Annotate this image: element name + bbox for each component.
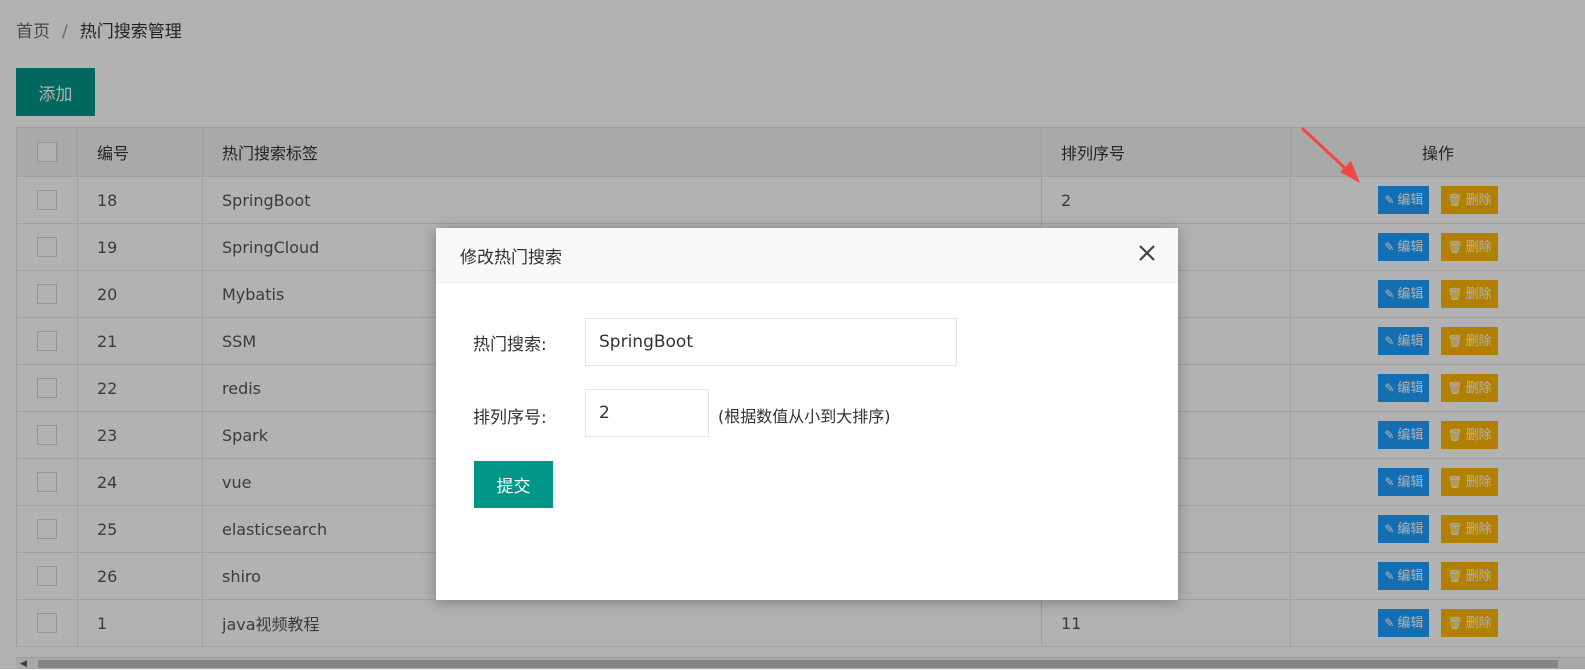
sort-order-hint: (根据数值从小到大排序) [718,403,891,427]
annotation-arrow-icon [1300,125,1370,190]
hot-search-label: 热门搜索: [473,330,547,355]
edit-hot-search-dialog: 修改热门搜索 热门搜索: 排列序号: (根据数值从小到大排序) 提交 [436,228,1178,600]
hot-search-input[interactable] [585,318,957,366]
sort-order-label: 排列序号: [473,403,547,428]
submit-button[interactable]: 提交 [474,461,553,508]
dialog-title: 修改热门搜索 [460,243,562,268]
dialog-header: 修改热门搜索 [436,228,1178,283]
sort-order-input[interactable] [585,389,709,437]
close-icon[interactable] [1136,242,1158,264]
